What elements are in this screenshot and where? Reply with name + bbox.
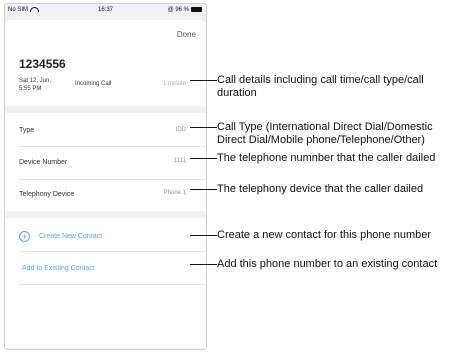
call-duration: 1 minute xyxy=(162,81,186,87)
phone-number: 1234556 xyxy=(19,57,66,71)
note-telephony-device: The telephony device that the caller dai… xyxy=(217,183,424,195)
detail-telephony-device-label: Telephony Device xyxy=(19,191,75,198)
detail-device-number-label: Device Number xyxy=(19,159,68,166)
detail-type-value: IDD xyxy=(175,127,186,133)
call-date-line1: Sat 12, Jun, xyxy=(19,78,52,84)
callout-line-call-type xyxy=(190,127,217,128)
phone-screen: No SIM 16:37 @ 96 % Done 1234556 Sat 12,… xyxy=(4,3,207,350)
create-new-contact-button[interactable]: Create New Contact xyxy=(39,233,102,240)
battery-icon xyxy=(191,7,202,12)
section-divider xyxy=(5,211,206,218)
detail-type-label: Type xyxy=(19,127,35,134)
add-to-existing-contact-button[interactable]: Add to Existing Contact xyxy=(22,265,95,272)
status-bar: No SIM 16:37 @ 96 % xyxy=(5,4,206,18)
callout-line-device-number xyxy=(190,158,217,159)
row-separator xyxy=(19,179,206,180)
call-detail-sheet: Done 1234556 Sat 12, Jun, 5:55 PM Incomi… xyxy=(5,20,206,348)
call-date-line2: 5:55 PM xyxy=(19,86,42,92)
callout-line-telephony-device xyxy=(190,189,217,190)
detail-device-number-value: 1111 xyxy=(173,158,186,164)
callout-line-call-details xyxy=(190,80,217,81)
row-separator xyxy=(19,284,206,285)
section-divider xyxy=(5,106,206,113)
battery-label: @ 96 % xyxy=(167,7,189,14)
note-add-contact: Add this phone number to an existing con… xyxy=(217,258,438,270)
call-date: Sat 12, Jun, 5:55 PM xyxy=(19,77,69,93)
battery-status: @ 96 % xyxy=(168,7,202,13)
call-type-label: Incoming Call xyxy=(75,81,112,87)
note-device-number: The telephone numnber that the caller da… xyxy=(217,152,436,164)
row-separator xyxy=(19,251,206,252)
note-create-contact: Create a new contact for this phone numb… xyxy=(217,229,432,241)
note-call-type-line1: Call Type (International Direct Dial/Dom… xyxy=(217,121,433,133)
done-button[interactable]: Done xyxy=(177,30,196,39)
note-call-details-line1: Call details including call time/call ty… xyxy=(217,74,424,86)
note-call-type-line2: Direct Dial/Mobile phone/Telephone/Other… xyxy=(217,134,425,146)
add-contact-icon: + xyxy=(19,231,30,242)
note-call-details: Call details including call time/call ty… xyxy=(217,74,424,87)
note-call-details-line2: duration xyxy=(217,87,257,99)
detail-telephony-device-value: Phone 1 xyxy=(163,190,186,196)
row-separator xyxy=(19,146,206,147)
callout-line-add-contact xyxy=(190,264,217,265)
callout-line-create-contact xyxy=(190,235,217,236)
